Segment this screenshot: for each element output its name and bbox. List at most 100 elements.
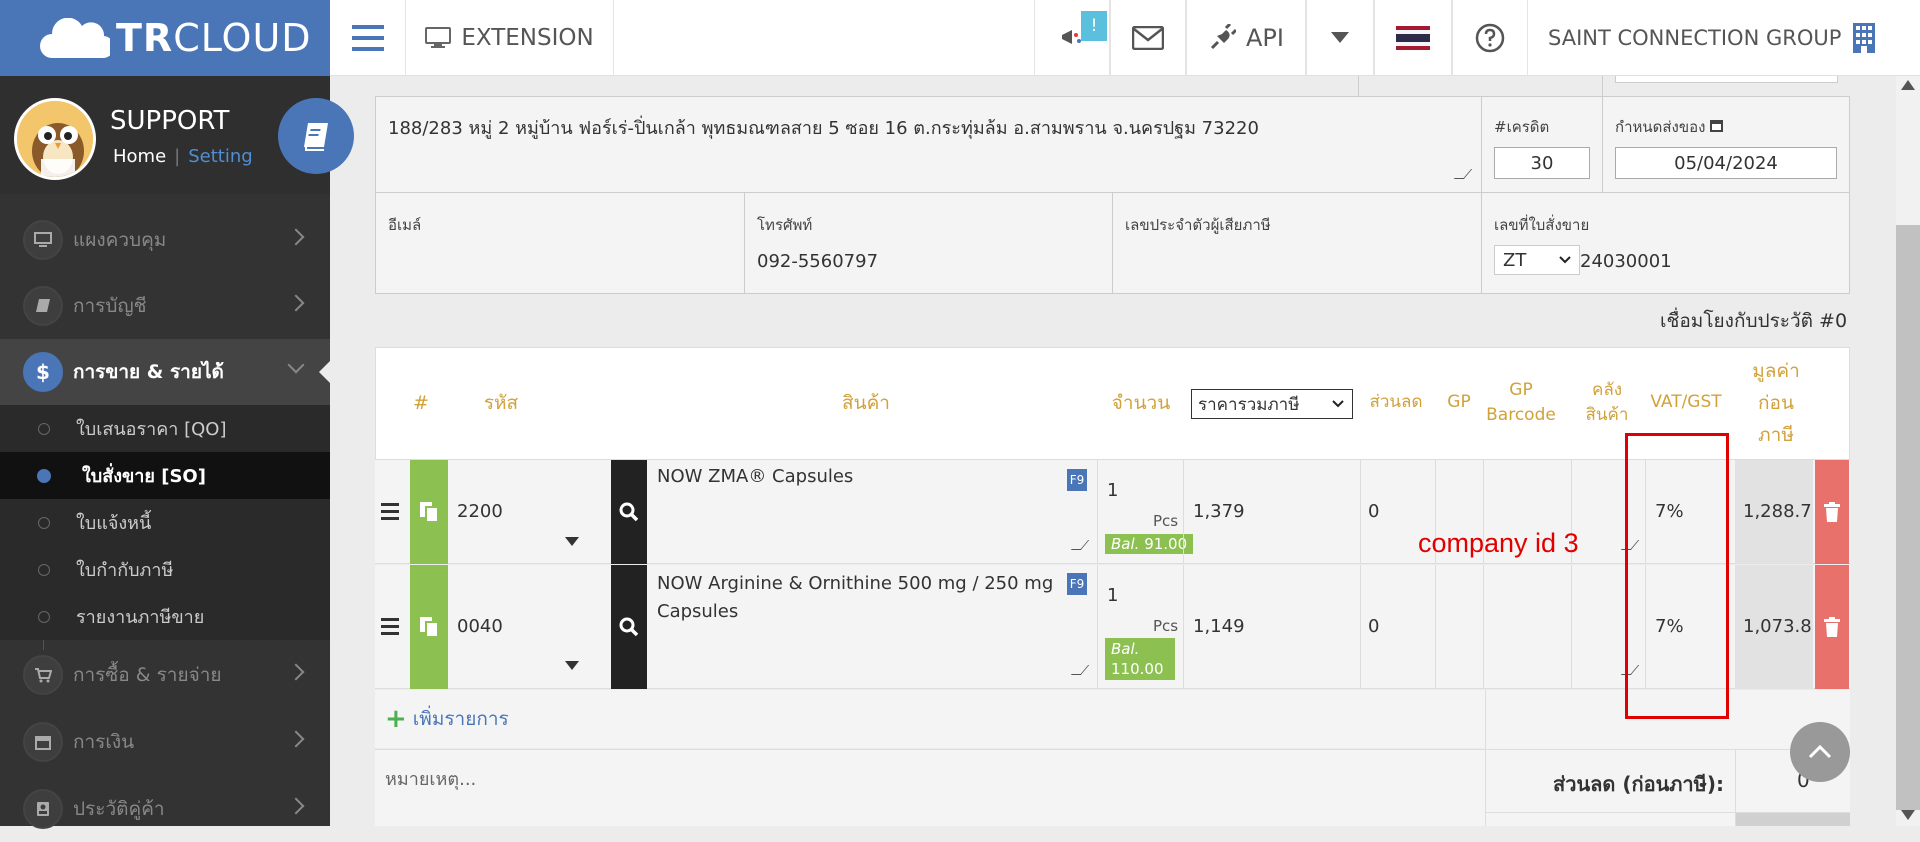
divider xyxy=(1183,565,1184,689)
api-button[interactable]: API xyxy=(1186,0,1306,76)
more-dropdown-button[interactable] xyxy=(1306,0,1374,76)
header-qty: จำนวน xyxy=(1111,392,1171,414)
header-vat: VAT/GST xyxy=(1650,392,1722,412)
caret-down-icon xyxy=(1331,32,1349,43)
scroll-up-arrow-icon[interactable] xyxy=(1901,80,1915,90)
language-button[interactable] xyxy=(1374,0,1452,76)
notification-badge: ! xyxy=(1081,11,1107,41)
company-selector[interactable]: SAINT CONNECTION GROUP xyxy=(1528,0,1920,76)
scroll-down-arrow-icon[interactable] xyxy=(1901,810,1915,820)
delete-row-button[interactable] xyxy=(1815,565,1849,689)
taxid-label: เลขประจำตัวผู้เสียภาษี xyxy=(1125,216,1271,234)
email-cell[interactable]: อีเมล์ xyxy=(375,192,745,294)
delivery-date-input[interactable]: 05/04/2024 xyxy=(1615,147,1837,179)
setting-link[interactable]: Setting xyxy=(188,146,252,167)
link-history[interactable]: เชื่อมโยงกับประวัติ #0 xyxy=(1660,306,1847,336)
address-field[interactable]: 188/283 หมู่ 2 หมู่บ้าน ฟอร์เร่-ปิ่นเกล้… xyxy=(375,96,1482,193)
sidebar-item-label: การขาย & รายได้ xyxy=(73,361,224,383)
note-input[interactable]: หมายเหตุ... xyxy=(375,749,1485,826)
row-qty[interactable]: 1 xyxy=(1107,480,1118,501)
copy-row-button[interactable] xyxy=(410,460,448,564)
sidebar-item-purchases[interactable]: การซื้อ & รายจ่าย xyxy=(0,642,330,708)
user-profile: SUPPORT Home | Setting xyxy=(0,76,354,194)
sidebar-item-dashboard[interactable]: แผงควบคุม xyxy=(0,207,330,273)
header-code: รหัส xyxy=(483,392,519,414)
taxid-cell[interactable]: เลขประจำตัวผู้เสียภาษี xyxy=(1112,192,1482,294)
caret-down-icon[interactable] xyxy=(565,537,579,546)
row-price[interactable]: 1,379 xyxy=(1193,501,1245,522)
drag-handle-icon[interactable] xyxy=(381,502,403,520)
sidebar-item-finance[interactable]: การเงิน xyxy=(0,709,330,775)
delete-row-button[interactable] xyxy=(1815,460,1849,564)
row-balance: Bal. 110.00 xyxy=(1105,638,1175,680)
row-pretax: 1,073.8 xyxy=(1743,616,1812,637)
sidebar-sub-label: รายงานภาษีขาย xyxy=(76,607,205,628)
row-balance: Bal. 91.00 xyxy=(1105,534,1194,554)
so-number-cell: เลขที่ใบสั่งขาย ZT 24030001 xyxy=(1481,192,1850,294)
resize-handle-icon xyxy=(1070,665,1090,675)
f9-badge[interactable]: F9 xyxy=(1067,573,1087,595)
row-discount[interactable]: 0 xyxy=(1368,616,1379,637)
row-product[interactable]: NOW Arginine & Ornithine 500 mg / 250 mg… xyxy=(657,570,1061,626)
search-icon xyxy=(619,617,639,637)
sidebar-sub-sales-tax-report[interactable]: รายงานภาษีขาย xyxy=(0,593,330,640)
header-pretax: มูลค่า ก่อน ภาษี xyxy=(1752,360,1800,446)
chevron-right-icon xyxy=(287,294,305,312)
book-icon xyxy=(304,123,328,151)
caret-down-icon[interactable] xyxy=(565,661,579,670)
header-warehouse: คลัง สินค้า xyxy=(1585,380,1629,425)
row-unit: Pcs xyxy=(1153,617,1179,635)
logo[interactable]: TRCLOUD xyxy=(0,0,330,76)
product-search-button[interactable] xyxy=(611,460,647,564)
price-mode-select[interactable]: ราคารวมภาษี xyxy=(1191,389,1353,419)
drag-handle-icon[interactable] xyxy=(381,617,403,635)
home-link[interactable]: Home xyxy=(113,146,166,167)
divider xyxy=(1183,460,1184,564)
company-name: SAINT CONNECTION GROUP xyxy=(1548,26,1842,50)
sidebar-item-label: การซื้อ & รายจ่าย xyxy=(73,664,222,686)
row-discount[interactable]: 0 xyxy=(1368,501,1379,522)
row-unit: Pcs xyxy=(1153,512,1179,530)
add-item-link[interactable]: เพิ่มรายการ xyxy=(413,704,509,734)
sidebar-sub-label: ใบแจ้งหนี้ xyxy=(76,513,152,534)
row-code[interactable]: 0040 xyxy=(457,616,503,637)
row-qty[interactable]: 1 xyxy=(1107,585,1118,606)
book-icon xyxy=(23,286,63,326)
sidebar-item-label: แผงควบคุม xyxy=(73,229,167,251)
credit-label: #เครดิต xyxy=(1494,118,1550,136)
row-product[interactable]: NOW ZMA® Capsules xyxy=(657,466,1057,487)
trash-icon xyxy=(1824,502,1840,522)
divider xyxy=(1435,565,1436,689)
delivery-cell: กำหนดส่งของ 05/04/2024 xyxy=(1602,96,1850,193)
so-label: เลขที่ใบสั่งขาย xyxy=(1494,216,1590,234)
scrollbar-thumb[interactable] xyxy=(1896,225,1920,810)
hamburger-menu-button[interactable] xyxy=(330,0,406,76)
sidebar-sub-invoice[interactable]: ใบแจ้งหนี้ xyxy=(0,499,330,546)
row-pretax-cell: 1,073.8 xyxy=(1735,565,1813,689)
sidebar-item-sales[interactable]: $ การขาย & รายได้ xyxy=(0,339,330,405)
brand-name: TRCLOUD xyxy=(116,16,312,60)
back-to-top-button[interactable] xyxy=(1790,722,1850,782)
product-search-button[interactable] xyxy=(611,565,647,689)
so-prefix-select[interactable]: ZT xyxy=(1494,245,1580,275)
copy-row-button[interactable] xyxy=(410,565,448,689)
avatar[interactable] xyxy=(14,98,96,180)
price-mode-value: ราคารวมภาษี xyxy=(1198,394,1300,415)
row-price[interactable]: 1,149 xyxy=(1193,616,1245,637)
help-button[interactable] xyxy=(1452,0,1528,76)
mail-button[interactable] xyxy=(1110,0,1186,76)
header-gp-barcode: GP Barcode xyxy=(1486,380,1556,425)
divider xyxy=(1360,565,1361,689)
row-code[interactable]: 2200 xyxy=(457,501,503,522)
sidebar-sub-tax-invoice[interactable]: ใบกำกับภาษี xyxy=(0,546,330,593)
sidebar-sub-quotation[interactable]: ใบเสนอราคา [QO] xyxy=(0,405,330,452)
f9-badge[interactable]: F9 xyxy=(1067,469,1087,491)
credit-input[interactable]: 30 xyxy=(1494,147,1590,179)
extension-button[interactable]: EXTENSION xyxy=(406,0,614,76)
manual-button[interactable] xyxy=(278,98,354,174)
sidebar-sub-sales-order[interactable]: ใบสั่งขาย [SO] xyxy=(0,452,330,499)
plug-icon xyxy=(1210,24,1237,50)
sidebar-item-accounting[interactable]: การบัญชี xyxy=(0,273,330,339)
sidebar-item-partners[interactable]: ประวัติคู่ค้า xyxy=(0,776,330,842)
phone-cell[interactable]: โทรศัพท์ 092-5560797 xyxy=(744,192,1113,294)
